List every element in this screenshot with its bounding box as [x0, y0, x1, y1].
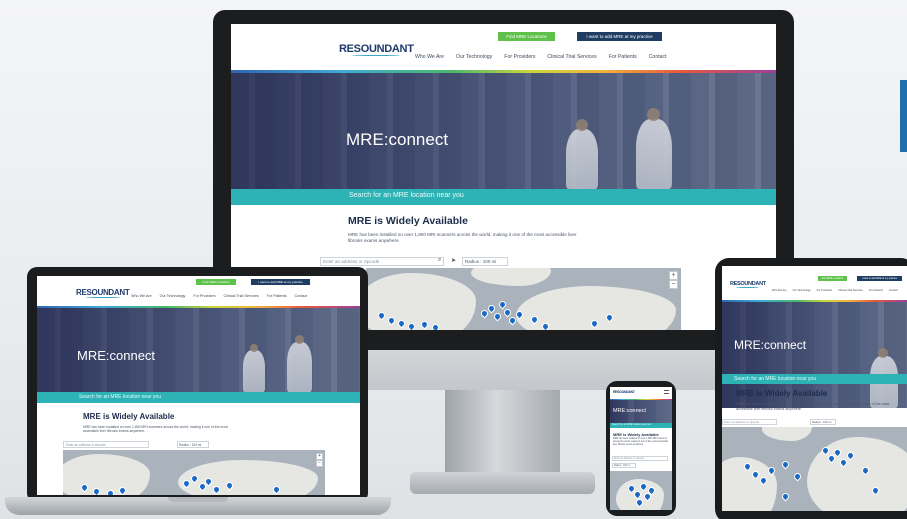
monitor-stand-neck [445, 390, 560, 480]
site-logo[interactable]: RESOUNDANT [339, 43, 414, 56]
laptop-map-zoom-in[interactable]: + [316, 453, 323, 460]
tablet-add-mre-button[interactable]: I want to add MRE at my practice [857, 276, 902, 281]
tablet-locations-map[interactable] [722, 427, 907, 511]
tablet-nav-for-providers[interactable]: For Providers [817, 289, 833, 292]
nav-for-patients[interactable]: For Patients [609, 54, 637, 60]
tablet-search-banner-text: Search for an MRE location near you [734, 376, 816, 382]
tablet-nav-contact[interactable]: Contact [889, 289, 898, 292]
monitor-stand-foot [410, 472, 595, 494]
nav-for-providers[interactable]: For Providers [504, 54, 535, 60]
tablet-nav: Who We Are Our Technology For Providers … [772, 289, 898, 292]
radius-select[interactable]: Radius : 100 mi [462, 257, 508, 266]
laptop-nav: Who We Are Our Technology For Providers … [131, 294, 307, 298]
tablet-hero-title: MRE:connect [734, 338, 807, 352]
laptop-radius-select[interactable]: Radius : 100 mi [177, 441, 209, 448]
laptop-section-title: MRE is Widely Available [83, 412, 175, 421]
phone-locations-map[interactable] [610, 471, 672, 510]
tablet-nav-our-technology[interactable]: Our Technology [793, 289, 811, 292]
laptop-screen: RESOUNDANT Find MRE Locations I want to … [37, 276, 360, 495]
section-body: MRE has been installed on over 1,800 MRI… [348, 232, 577, 243]
tablet-section-title: MRE is Widely Available [736, 389, 828, 398]
laptop-nav-for-patients[interactable]: For Patients [267, 294, 287, 298]
menu-icon[interactable] [664, 390, 669, 394]
laptop-address-input[interactable]: Enter an address or zipcode [63, 441, 149, 448]
find-locations-button[interactable]: Find MRE Locations [498, 32, 555, 41]
search-banner-text: Search for an MRE location near you [349, 192, 464, 199]
tablet-screen: RESOUNDANT Find MRE Locations I want to … [722, 266, 907, 511]
phone-section-body: MRE has been installed on over 1,800 MRI… [613, 438, 669, 446]
search-icon[interactable]: ⌕ [438, 257, 441, 264]
laptop-add-mre-button[interactable]: I want to add MRE at my practice [251, 279, 310, 285]
add-mre-button[interactable]: I want to add MRE at my practice [577, 32, 662, 41]
nav-contact[interactable]: Contact [649, 54, 667, 60]
laptop-section-body: MRE has been installed on over 1,800 MRI… [83, 425, 228, 434]
hero-banner: MRE:connect [231, 73, 776, 189]
laptop-nav-who-we-are[interactable]: Who We Are [131, 294, 152, 298]
laptop-notch [168, 497, 228, 502]
nav-who-we-are[interactable]: Who We Are [415, 54, 444, 60]
tablet-find-locations-button[interactable]: Find MRE Locations [818, 276, 847, 281]
nav-clinical-trial-services[interactable]: Clinical Trial Services [547, 54, 596, 60]
map-zoom-in[interactable]: + [669, 271, 678, 280]
edge-tab [900, 80, 907, 152]
phone-search-banner-text: Search for an MRE location near you [612, 423, 652, 426]
laptop-map-zoom-out[interactable]: − [316, 460, 323, 467]
phone-screen: RESOUNDANT MRE:connect Search for an MRE… [610, 387, 672, 510]
main-nav: Who We Are Our Technology For Providers … [415, 54, 667, 60]
laptop-nav-for-providers[interactable]: For Providers [193, 294, 215, 298]
nav-our-technology[interactable]: Our Technology [456, 54, 492, 60]
laptop-nav-clinical-trial-services[interactable]: Clinical Trial Services [224, 294, 259, 298]
tablet-radius-select[interactable]: Radius : 100 mi [810, 419, 836, 425]
laptop-search-banner-text: Search for an MRE location near you [79, 394, 161, 400]
tablet-section-body: MRE has been installed on over 1,800 MRI… [736, 402, 890, 411]
tablet-nav-who-we-are[interactable]: Who We Are [772, 289, 787, 292]
section-title: MRE is Widely Available [348, 215, 468, 227]
phone-address-input[interactable]: Enter an address or zipcode [612, 456, 668, 461]
locations-map[interactable]: + − [366, 268, 681, 330]
search-banner: Search for an MRE location near you [231, 189, 776, 205]
laptop-nav-contact[interactable]: Contact [294, 294, 307, 298]
address-input[interactable]: Enter an address or zipcode [320, 257, 444, 266]
tablet-address-input[interactable]: Enter an address or zipcode [722, 419, 777, 425]
laptop-find-locations-button[interactable]: Find MRE Locations [196, 279, 236, 285]
phone-section-title: MRE is Widely Available [613, 432, 659, 437]
laptop-logo[interactable]: RESOUNDANT [76, 288, 130, 298]
laptop-locations-map[interactable]: + − [63, 450, 325, 495]
tablet-logo[interactable]: RESOUNDANT [730, 281, 766, 288]
phone-radius-select[interactable]: Radius : 100 mi [612, 463, 636, 468]
location-arrow-icon[interactable]: ➤ [451, 257, 456, 264]
tablet-nav-clinical-trial-services[interactable]: Clinical Trial Services [838, 289, 863, 292]
hero-title: MRE:connect [346, 130, 449, 149]
tablet-nav-for-patients[interactable]: For Patients [869, 289, 883, 292]
map-zoom-out[interactable]: − [669, 280, 678, 289]
phone-logo[interactable]: RESOUNDANT [613, 390, 635, 394]
laptop-nav-our-technology[interactable]: Our Technology [160, 294, 186, 298]
phone-hero-title: MRE:connect [613, 408, 647, 414]
laptop-hero-title: MRE:connect [77, 348, 156, 363]
